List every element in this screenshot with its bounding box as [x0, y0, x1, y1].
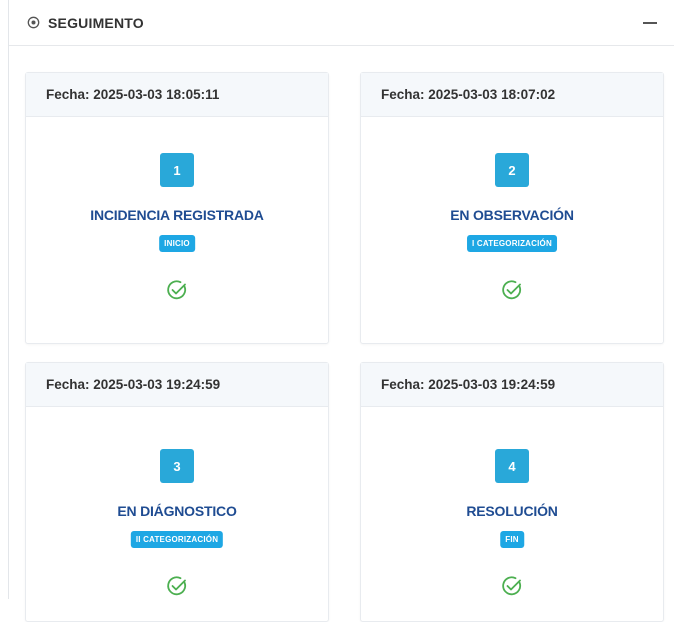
step-date: Fecha: 2025-03-03 18:05:11 — [26, 73, 328, 117]
panel-title: SEGUIMENTO — [48, 14, 144, 31]
collapse-button[interactable] — [638, 11, 662, 35]
step-number: 3 — [160, 449, 194, 483]
check-circle-icon — [167, 280, 187, 300]
step-badge: II CATEGORIZACIÓN — [130, 531, 224, 548]
step-badge: FIN — [500, 531, 524, 548]
step-badge: I CATEGORIZACIÓN — [467, 235, 557, 252]
step-card: Fecha: 2025-03-03 19:24:59 3 EN DIÁGNOST… — [25, 362, 329, 622]
step-card: Fecha: 2025-03-03 18:07:02 2 EN OBSERVAC… — [360, 72, 664, 344]
check-circle-icon — [502, 280, 522, 300]
steps-grid: Fecha: 2025-03-03 18:05:11 1 INCIDENCIA … — [9, 46, 674, 622]
check-circle-icon — [502, 576, 522, 596]
step-title: RESOLUCIÓN — [466, 503, 558, 519]
step-card: Fecha: 2025-03-03 19:24:59 4 RESOLUCIÓN … — [360, 362, 664, 622]
step-card: Fecha: 2025-03-03 18:05:11 1 INCIDENCIA … — [25, 72, 329, 344]
step-number: 1 — [160, 153, 194, 187]
step-title: EN DIÁGNOSTICO — [117, 503, 237, 519]
seguimiento-panel: SEGUIMENTO Fecha: 2025-03-03 18:05:11 1 … — [8, 0, 674, 622]
check-circle-icon — [167, 576, 187, 596]
panel-header: SEGUIMENTO — [9, 0, 674, 46]
step-title: INCIDENCIA REGISTRADA — [90, 207, 264, 223]
step-number: 2 — [495, 153, 529, 187]
step-badge: INICIO — [159, 235, 195, 252]
step-date: Fecha: 2025-03-03 19:24:59 — [26, 363, 328, 407]
eye-icon — [27, 16, 40, 29]
step-number: 4 — [495, 449, 529, 483]
step-date: Fecha: 2025-03-03 19:24:59 — [361, 363, 663, 407]
minus-icon — [643, 21, 657, 24]
step-title: EN OBSERVACIÓN — [450, 207, 574, 223]
step-date: Fecha: 2025-03-03 18:07:02 — [361, 73, 663, 117]
